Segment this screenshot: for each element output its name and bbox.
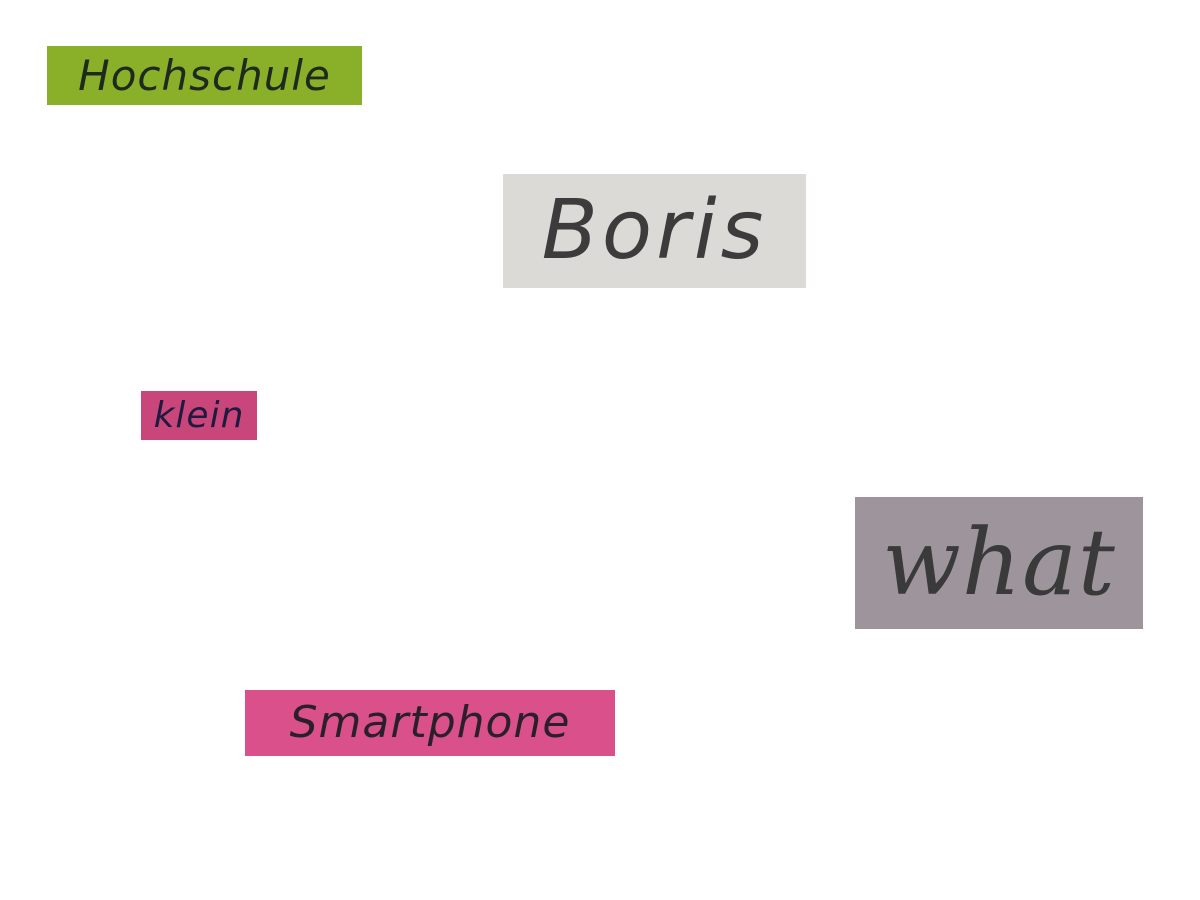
- handwritten-word-card-boris: Boris: [503, 174, 806, 288]
- handwritten-word-boris: Boris: [541, 183, 768, 278]
- handwritten-word-card-klein: klein: [141, 391, 257, 440]
- handwritten-word-card-hochschule: Hochschule: [47, 46, 362, 105]
- handwritten-word-smartphone: Smartphone: [289, 697, 571, 748]
- handwritten-word-klein: klein: [153, 394, 245, 436]
- handwritten-word-hochschule: Hochschule: [78, 50, 331, 100]
- handwritten-word-card-what: what: [855, 497, 1143, 629]
- handwritten-word-card-smartphone: Smartphone: [245, 690, 615, 756]
- handwritten-word-what: what: [882, 509, 1116, 616]
